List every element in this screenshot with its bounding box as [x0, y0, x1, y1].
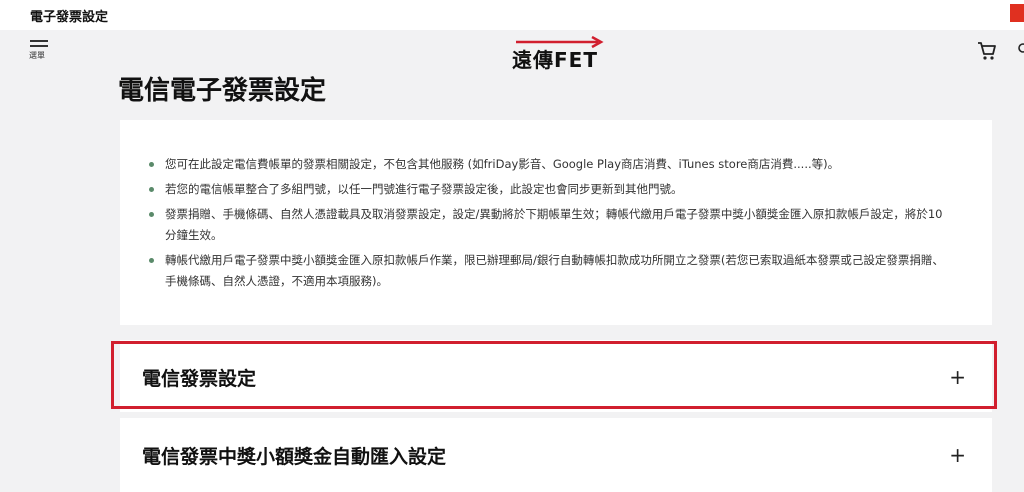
plus-icon[interactable]: +	[949, 445, 966, 465]
cart-button[interactable]	[976, 40, 998, 62]
plus-icon[interactable]: +	[949, 367, 966, 387]
note-item: 若您的電信帳單整合了多組門號，以任一門號進行電子發票設定後，此設定也會同步更新到…	[149, 179, 952, 200]
accordion-invoice-settings[interactable]: 電信發票設定 +	[120, 340, 992, 412]
note-item: 您可在此設定電信費帳單的發票相關設定，不包含其他服務 (如friDay影音、Go…	[149, 154, 952, 175]
note-item: 發票捐贈、手機條碼、自然人憑證載具及取消發票設定，設定/異動將於下期帳單生效；轉…	[149, 204, 952, 246]
menu-button[interactable]: 選單	[29, 40, 51, 68]
window-control-icon[interactable]	[1010, 4, 1024, 22]
page-title: 電信電子發票設定	[118, 76, 327, 106]
window-titlebar: 電子發票設定	[0, 0, 1024, 30]
site-header: 選單 遠傳FET	[0, 30, 1024, 72]
window-title: 電子發票設定	[30, 10, 109, 25]
accordion-title: 電信發票中獎小額獎金自動匯入設定	[142, 446, 447, 468]
fet-logo[interactable]: 遠傳FET	[512, 36, 604, 72]
note-item: 轉帳代繳用戶電子發票中獎小額獎金匯入原扣款帳戶作業，限已辦理郵局/銀行自動轉帳扣…	[149, 250, 952, 292]
cart-icon	[978, 42, 996, 60]
hamburger-icon-bar	[30, 45, 48, 47]
notes-list: 您可在此設定電信費帳單的發票相關設定，不包含其他服務 (如friDay影音、Go…	[120, 120, 992, 292]
notes-card: 您可在此設定電信費帳單的發票相關設定，不包含其他服務 (如friDay影音、Go…	[120, 120, 992, 325]
accordion-title: 電信發票設定	[142, 368, 257, 390]
accordion-prize-deposit-settings[interactable]: 電信發票中獎小額獎金自動匯入設定 +	[120, 418, 992, 492]
menu-label: 選單	[29, 51, 45, 60]
hamburger-icon	[30, 40, 48, 42]
user-icon[interactable]	[1014, 42, 1024, 56]
logo-text: 遠傳FET	[512, 48, 598, 72]
